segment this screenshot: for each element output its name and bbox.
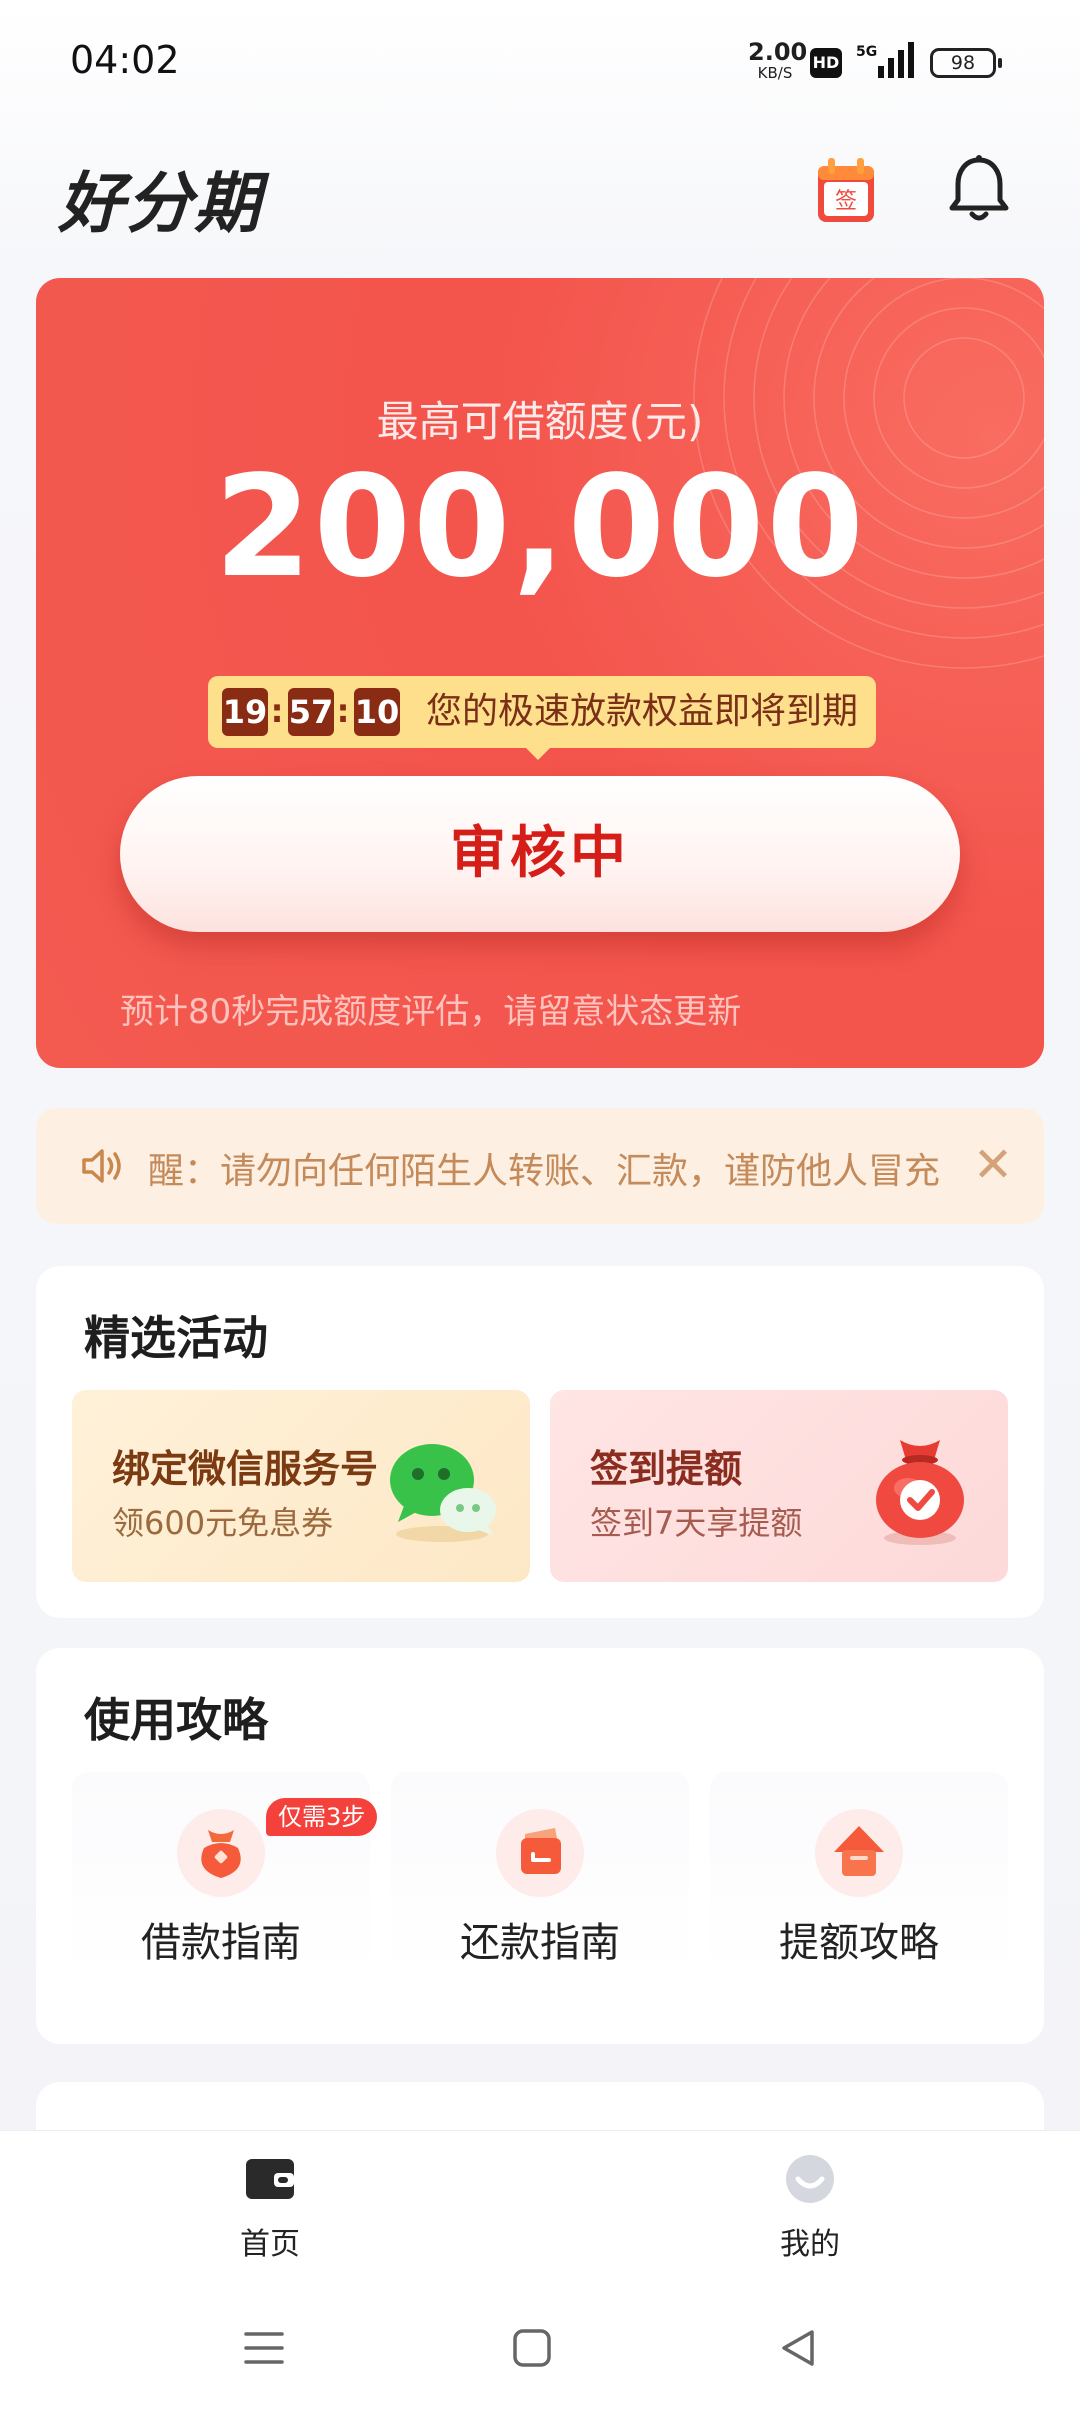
hd-icon: HD — [810, 48, 842, 78]
calendar-sign-label: 签 — [835, 189, 857, 214]
speaker-icon — [82, 1149, 121, 1183]
calendar-sign-button[interactable]: 签 — [816, 158, 876, 224]
tab-label: 首页 — [240, 2227, 300, 2262]
featured-activities-card: 精选活动 绑定微信服务号 领600元免息券 签到提额 签到7天享提额 — [36, 1266, 1044, 1618]
notification-bell-button[interactable] — [946, 154, 1012, 224]
bell-icon — [949, 155, 1009, 221]
battery-icon: 98 — [930, 48, 1002, 78]
tab-home[interactable]: 首页 — [170, 2147, 370, 2271]
guide-label: 提额攻略 — [779, 1920, 939, 1966]
credit-limit-card: 最高可借额度(元) 200,000 19 : 57 : 10 您的极速放款权益即… — [36, 278, 1044, 1068]
network-speed-value: 2.00 — [748, 38, 808, 66]
review-status-button[interactable]: 审核中 — [120, 776, 960, 932]
home-nav-icon[interactable] — [502, 2318, 562, 2378]
wallet-return-icon — [496, 1809, 584, 1897]
security-notice: 醒：请勿向任何陌生人转账、汇款，谨防他人冒充 ✕ — [36, 1108, 1044, 1224]
notice-text: 醒：请勿向任何陌生人转账、汇款，谨防他人冒充 — [148, 1151, 941, 1192]
calendar-sign-icon: 签 — [818, 158, 874, 222]
section-title: 精选活动 — [84, 1311, 268, 1365]
battery-level: 98 — [950, 52, 976, 74]
tab-mine[interactable]: 我的 — [710, 2147, 910, 2271]
signal-icon: 5G — [856, 42, 914, 78]
activity-title: 绑定微信服务号 — [112, 1447, 379, 1491]
section-title: 使用攻略 — [84, 1693, 268, 1747]
red-pouch-check-icon — [876, 1440, 964, 1545]
app-logo: 好分期 — [58, 165, 262, 242]
status-bar: 04:02 2.00 KB/S HD 5G 98 — [0, 0, 1080, 120]
money-bag-icon — [177, 1809, 265, 1897]
activity-checkin-raise[interactable]: 签到提额 签到7天享提额 — [550, 1390, 1008, 1582]
signal-label: 5G — [856, 44, 877, 60]
review-note: 预计80秒完成额度评估，请留意状态更新 — [120, 992, 742, 1032]
network-speed-unit: KB/S — [757, 64, 793, 82]
countdown-banner: 19 : 57 : 10 您的极速放款权益即将到期 — [208, 676, 876, 760]
profile-tab-icon — [786, 2155, 834, 2203]
close-notice-button[interactable]: ✕ — [962, 1134, 1024, 1196]
arrow-up-home-icon — [815, 1809, 903, 1897]
wechat-icon — [390, 1444, 496, 1542]
guide-label: 借款指南 — [141, 1920, 301, 1966]
countdown-seconds: 10 — [354, 688, 400, 736]
activity-subtitle: 签到7天享提额 — [590, 1504, 803, 1542]
system-nav-bar — [0, 2278, 1080, 2412]
countdown-separator: : — [336, 692, 350, 730]
credit-limit-label: 最高可借额度(元) — [376, 397, 704, 446]
usage-guides-card: 使用攻略 仅需3步 借款指南 还款指南 提额攻略 — [36, 1648, 1044, 2044]
guide-label: 还款指南 — [460, 1920, 620, 1966]
guide-repay[interactable]: 还款指南 — [391, 1772, 689, 1982]
wallet-tab-icon — [246, 2159, 294, 2199]
countdown-text: 您的极速放款权益即将到期 — [426, 691, 859, 732]
guide-raise-limit[interactable]: 提额攻略 — [710, 1772, 1008, 1982]
countdown-separator: : — [270, 692, 284, 730]
guide-borrow[interactable]: 仅需3步 借款指南 — [72, 1772, 378, 1982]
activity-title: 签到提额 — [590, 1447, 743, 1491]
countdown-hours: 19 — [222, 688, 268, 736]
credit-limit-amount: 200,000 — [214, 446, 866, 609]
activity-bind-wechat[interactable]: 绑定微信服务号 领600元免息券 — [72, 1390, 530, 1582]
bottom-tab-bar: 首页 我的 — [0, 2130, 1080, 2278]
countdown-minutes: 57 — [288, 688, 334, 736]
menu-nav-icon[interactable] — [234, 2318, 294, 2378]
activity-subtitle: 领600元免息券 — [112, 1504, 334, 1542]
tab-label: 我的 — [780, 2227, 840, 2262]
status-time: 04:02 — [70, 38, 180, 82]
network-speed: 2.00 KB/S — [748, 38, 808, 82]
back-nav-icon[interactable] — [768, 2318, 828, 2378]
steps-badge: 仅需3步 — [266, 1798, 378, 1836]
